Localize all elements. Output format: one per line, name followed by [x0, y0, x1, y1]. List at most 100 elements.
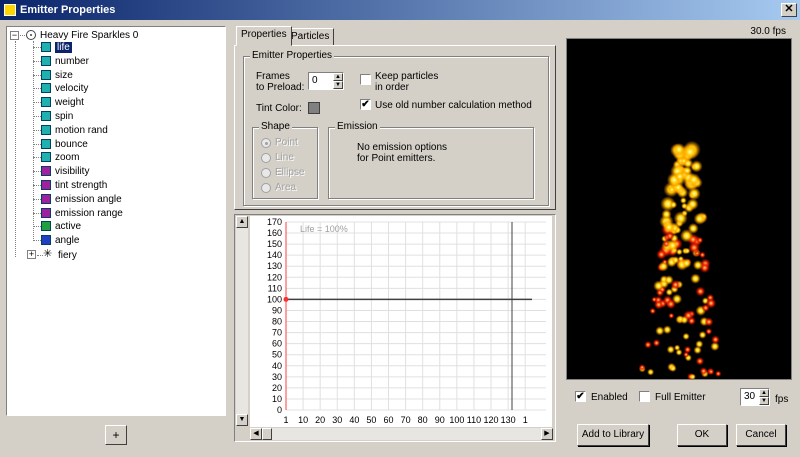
scroll-up-button[interactable]: ▲ — [236, 216, 248, 228]
collapse-expander[interactable]: − — [10, 31, 19, 40]
tree-item-tint-strength[interactable]: tint strength — [55, 179, 107, 192]
spark — [696, 236, 704, 244]
y-tick-label: 0 — [277, 405, 282, 415]
tab-particles-label: Particles — [291, 31, 330, 42]
full-emitter-checkbox[interactable] — [639, 391, 650, 402]
life-curve-point[interactable] — [283, 296, 289, 302]
property-motion-rand-icon — [41, 124, 51, 135]
spark — [688, 241, 701, 254]
fps-value: 30 — [744, 391, 756, 402]
tree-item-number[interactable]: number — [55, 55, 89, 68]
shape-radio-line[interactable] — [261, 153, 271, 163]
spark — [665, 298, 677, 310]
tab-particles[interactable]: Particles — [286, 28, 335, 46]
tree-root-label: Heavy Fire Sparkles 0 — [40, 30, 139, 41]
shape-radio-ellipse[interactable] — [261, 168, 271, 178]
tree-item-velocity[interactable]: velocity — [55, 82, 88, 95]
tree-item-visibility[interactable]: visibility — [55, 165, 89, 178]
tree-item-spin[interactable]: spin — [55, 110, 73, 123]
scroll-left-button[interactable]: ◀ — [250, 428, 262, 440]
spark — [711, 335, 720, 345]
sparkle-icon: ✳ — [43, 248, 53, 260]
tree-item-label: velocity — [55, 83, 89, 95]
y-tick-label: 140 — [267, 250, 282, 260]
spark — [704, 317, 714, 327]
tree-item-zoom[interactable]: zoom — [55, 151, 79, 164]
tree-item-active[interactable]: active — [55, 220, 81, 233]
title-bar: Emitter Properties ✕ — [0, 0, 800, 20]
keep-order-label-2: in order — [375, 82, 409, 93]
tree-item-label: emission range — [55, 207, 123, 219]
keep-order-checkbox[interactable] — [360, 74, 371, 85]
tab-properties[interactable]: Properties — [236, 26, 292, 46]
cancel-button[interactable]: Cancel — [736, 424, 786, 446]
tree-item-label: spin — [55, 111, 74, 122]
spark — [698, 330, 707, 339]
spark — [714, 370, 722, 378]
emission-group: Emission No emission options for Point e… — [328, 121, 534, 199]
tree-item-weight[interactable]: weight — [55, 96, 84, 109]
app-icon — [4, 4, 16, 16]
ok-button[interactable]: OK — [677, 424, 727, 446]
enabled-checkbox[interactable]: ✔ — [575, 391, 586, 402]
spark — [658, 261, 669, 272]
property-bounce-icon — [41, 138, 51, 149]
close-button[interactable]: ✕ — [781, 3, 797, 17]
spark — [676, 315, 684, 323]
old-number-checkbox[interactable]: ✔ — [360, 99, 371, 110]
y-tick-label: 10 — [272, 394, 282, 404]
tree-item-bounce[interactable]: bounce — [55, 138, 88, 151]
fps-spinner[interactable]: ▲ ▼ — [759, 389, 769, 405]
spark — [699, 367, 708, 376]
emission-text-2: for Point emitters. — [357, 153, 436, 164]
property-spin-icon — [41, 111, 51, 121]
tab-properties-label: Properties — [241, 29, 287, 40]
spark — [695, 286, 706, 297]
property-zoom-icon — [41, 152, 51, 163]
fps-unit-label: fps — [775, 394, 789, 405]
x-tick-label: 80 — [418, 415, 428, 425]
y-tick-label: 20 — [272, 383, 282, 393]
frames-preload-input[interactable]: 0 ▲ ▼ — [308, 72, 344, 90]
frames-spinner[interactable]: ▲ ▼ — [333, 73, 343, 89]
x-tick-label: 60 — [384, 415, 394, 425]
spark — [668, 312, 675, 319]
tree-item-emission-range[interactable]: emission range — [55, 207, 123, 220]
tint-color-swatch[interactable] — [308, 102, 320, 114]
tree-item-emission-angle[interactable]: emission angle — [55, 193, 122, 206]
property-emission-angle-icon — [41, 193, 51, 204]
y-tick-label: 50 — [272, 350, 282, 360]
spark — [689, 373, 696, 379]
scroll-thumb[interactable] — [262, 428, 272, 440]
tree-child-fiery[interactable]: fiery — [58, 249, 77, 262]
tree-item-life[interactable]: life — [55, 41, 72, 54]
tree-item-angle[interactable]: angle — [55, 234, 79, 247]
spark — [682, 351, 690, 358]
tree-item-motion-rand[interactable]: motion rand — [55, 124, 108, 137]
property-tree[interactable]: − Heavy Fire Sparkles 0 life number size ve… — [6, 26, 226, 416]
tree-item-label: life — [55, 42, 72, 53]
property-velocity-icon — [41, 83, 51, 94]
shape-radio-area[interactable] — [261, 183, 271, 193]
tree-child-label: fiery — [58, 250, 77, 261]
shape-radio-point[interactable] — [261, 138, 271, 148]
scroll-down-button[interactable]: ▼ — [236, 414, 248, 426]
spark — [647, 368, 655, 376]
spark — [670, 279, 681, 290]
spark — [665, 288, 674, 296]
scroll-right-button[interactable]: ▶ — [541, 428, 553, 440]
spark — [653, 280, 665, 292]
tree-item-size[interactable]: size — [55, 69, 73, 82]
graph-horizontal-scrollbar[interactable]: ◀ ▶ — [250, 428, 553, 440]
graph-vertical-scrollbar[interactable]: ▲ ▼ — [236, 216, 248, 426]
curve-graph[interactable]: 1701601501401301201101009080706050403020… — [250, 216, 552, 427]
expand-expander[interactable]: + — [27, 250, 36, 259]
spark — [674, 171, 686, 182]
add-property-button[interactable]: + — [105, 425, 127, 445]
add-to-library-button[interactable]: Add to Library — [577, 424, 649, 446]
spark — [693, 212, 706, 225]
x-tick-label: 1 — [283, 415, 288, 425]
property-weight-icon — [41, 97, 51, 108]
spark — [644, 340, 652, 349]
fps-input[interactable]: 30 ▲ ▼ — [740, 388, 770, 406]
